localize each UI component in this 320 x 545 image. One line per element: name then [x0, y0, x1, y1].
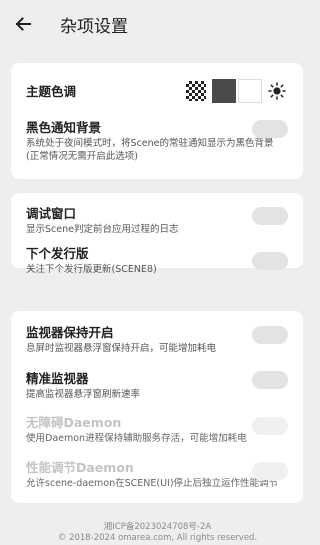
perf-daemon-row: 性能调节Daemon 允许scene-daemon在SCENE(UI)停止后独立… [26, 460, 288, 490]
perf-daemon-title: 性能调节Daemon [26, 460, 134, 475]
back-button[interactable] [12, 13, 34, 35]
black-notification-desc-line2: (正常情况无需开启此选项) [26, 151, 138, 162]
accessibility-daemon-toggle [252, 417, 288, 435]
black-notification-row[interactable]: 黑色通知背景 系统处于夜间模式时，将Scene的常驻通知显示为黑色背景 (正常情… [26, 120, 288, 166]
copyright: © 2018-2024 omarea.com, All rights reser… [57, 533, 258, 543]
footer: 湘ICP备2023024708号-2A © 2018-2024 omarea.c… [0, 522, 315, 544]
next-release-toggle[interactable] [252, 252, 288, 270]
debug-window-toggle[interactable] [252, 207, 288, 225]
theme-options [184, 79, 288, 103]
sun-icon[interactable] [266, 80, 288, 102]
monitor-keep-on-row[interactable]: 监视器保持开启 息屏时监视器悬浮窗保持开启，可能增加耗电 [26, 325, 288, 355]
arrow-left-icon [15, 17, 31, 31]
black-notification-title: 黑色通知背景 [26, 120, 102, 135]
monitor-keep-on-toggle[interactable] [252, 326, 288, 344]
precise-monitor-title: 精准监视器 [26, 371, 89, 386]
perf-daemon-desc: 允许scene-daemon在SCENE(UI)停止后独立运作性能调节 [26, 478, 279, 489]
precise-monitor-row[interactable]: 精准监视器 提高监视器悬浮窗刷新速率 [26, 371, 288, 401]
accessibility-daemon-title: 无障碍Daemon [26, 415, 122, 430]
debug-window-title: 调试窗口 [26, 206, 77, 221]
theme-option-light[interactable] [238, 79, 262, 103]
next-release-title: 下个发行版 [26, 246, 89, 261]
appearance-card: 主题色调 黑色通知背景 系统处于夜间模式时，将Scene的常驻通知显示为黑色背景… [11, 63, 303, 179]
black-notification-desc-line1: 系统处于夜间模式时，将Scene的常驻通知显示为黑色背景 [26, 138, 274, 149]
theme-option-dark[interactable] [212, 79, 236, 103]
accessibility-daemon-desc: 使用Daemon进程保持辅助服务存活，可能增加耗电 [26, 433, 247, 444]
monitor-keep-on-desc: 息屏时监视器悬浮窗保持开启，可能增加耗电 [26, 343, 217, 354]
precise-monitor-desc: 提高监视器悬浮窗刷新速率 [26, 389, 141, 400]
debug-card: 调试窗口 显示Scene判定前台应用过程的日志 下个发行版 关注下个发行版更新(… [11, 193, 303, 275]
app-bar: 杂项设置 [0, 0, 315, 48]
monitor-keep-on-title: 监视器保持开启 [26, 325, 114, 340]
next-release-desc: 关注下个发行版更新(SCENE8) [26, 264, 157, 275]
theme-option-auto[interactable] [186, 81, 206, 101]
debug-window-desc: 显示Scene判定前台应用过程的日志 [26, 224, 179, 235]
monitor-card: 监视器保持开启 息屏时监视器悬浮窗保持开启，可能增加耗电 精准监视器 提高监视器… [11, 311, 303, 503]
page-title: 杂项设置 [60, 16, 128, 37]
icp-number[interactable]: 湘ICP备2023024708号-2A [0, 522, 315, 533]
perf-daemon-toggle [252, 462, 288, 480]
accessibility-daemon-row: 无障碍Daemon 使用Daemon进程保持辅助服务存活，可能增加耗电 [26, 415, 288, 445]
black-notification-toggle[interactable] [252, 120, 288, 138]
debug-window-row[interactable]: 调试窗口 显示Scene判定前台应用过程的日志 [26, 206, 288, 236]
next-release-row[interactable]: 下个发行版 关注下个发行版更新(SCENE8) [26, 246, 288, 276]
theme-row: 主题色调 [26, 79, 288, 105]
precise-monitor-toggle[interactable] [252, 371, 288, 389]
